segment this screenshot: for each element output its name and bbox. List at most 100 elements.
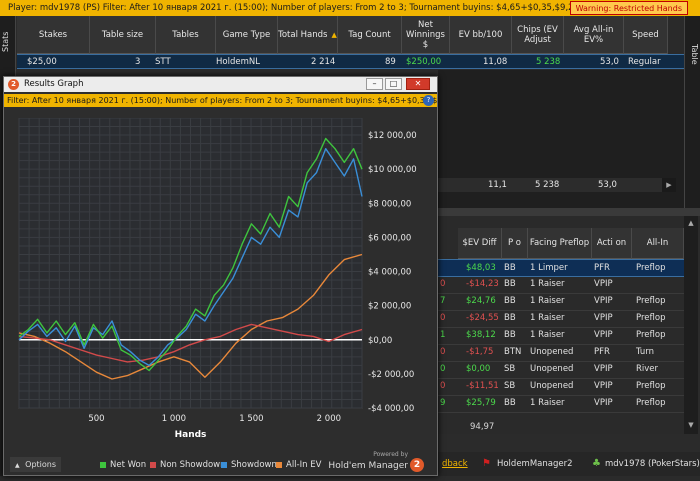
panel-splitter[interactable] [438, 208, 700, 216]
graph-filter-bar[interactable]: Filter: After 10 января 2021 г. (15:00);… [4, 94, 437, 107]
col-tag-count[interactable]: Tag Count [338, 16, 402, 54]
col-facing-preflop[interactable]: Facing Preflop [528, 228, 592, 259]
col-stakes[interactable]: Stakes [17, 16, 90, 54]
col-speed[interactable]: Speed [624, 16, 668, 54]
hand-row[interactable]: 0 -$14,23 BB 1 Raiser VPIP [438, 276, 684, 294]
hands-total-value: 94,97 [470, 422, 495, 432]
col-table-size[interactable]: Table size [90, 16, 156, 54]
close-button[interactable]: ✕ [406, 78, 430, 90]
y-tick-label: $10 000,00 [368, 165, 417, 175]
hand-cell-facing: 1 Raiser [530, 279, 565, 289]
col-game-type[interactable]: Game Type [216, 16, 278, 54]
hand-cell-lead: 7 [440, 296, 446, 306]
feedback-link[interactable]: dback [442, 452, 468, 476]
results-graph-title: Results Graph [24, 79, 84, 89]
stats-horizontal-scrollbar[interactable]: ▶ [662, 178, 676, 192]
legend-showdown[interactable]: Showdown [221, 459, 277, 471]
hand-row[interactable]: 0 -$24,55 BB 1 Raiser VPIP Preflop [438, 310, 684, 328]
hands-vertical-scrollbar[interactable]: ▲ ▼ [684, 216, 698, 434]
taskbar-player-label: mdv1978 (PokerStars) [604, 459, 700, 469]
cell-tag-count: 89 [385, 57, 396, 67]
player-filter-bar[interactable]: Player: mdv1978 (PS) Filter: After 10 ян… [0, 0, 700, 16]
col-ev-bb100[interactable]: EV bb/100 [450, 16, 512, 54]
hand-cell-ev: $24,76 [466, 296, 496, 306]
hand-cell-ev: -$24,55 [466, 313, 499, 323]
col-tables[interactable]: Tables [156, 16, 216, 54]
hand-cell-allin: Preflop [636, 381, 666, 391]
options-button[interactable]: ▲ Options [10, 457, 62, 472]
hand-cell-action: PFR [594, 347, 610, 357]
hand-cell-pos: SB [504, 381, 516, 391]
col-net-winnings[interactable]: Net Winnings $ [402, 16, 450, 54]
results-graph-titlebar[interactable]: 2 Results Graph – □ ✕ [4, 77, 437, 92]
hand-cell-pos: BTN [504, 347, 522, 357]
y-tick-label: $2 000,00 [368, 302, 411, 312]
y-tick-label: $12 000,00 [368, 131, 417, 141]
col-ev-diff[interactable]: $EV Diff [458, 228, 502, 259]
cell-stakes: $25,00 [27, 57, 57, 67]
graph-filter-text: Filter: After 10 января 2021 г. (15:00);… [7, 96, 437, 105]
taskbar-player[interactable]: ♣ mdv1978 (PokerStars) [592, 452, 700, 476]
hand-cell-allin: Preflop [636, 398, 666, 408]
cell-speed: Regular [628, 57, 661, 67]
legend-net-won[interactable]: Net Won [100, 459, 146, 471]
hand-row[interactable]: 0 $0,00 SB Unopened VPIP River [438, 361, 684, 379]
hand-cell-pos: BB [504, 313, 516, 323]
scroll-right-icon[interactable]: ▶ [664, 180, 674, 190]
table-side-tab[interactable]: Table [684, 16, 700, 216]
hand-cell-lead: 0 [440, 347, 446, 357]
total-avg-allin-ev: 53,0 [598, 180, 617, 190]
hand-cell-lead: 1 [440, 330, 446, 340]
hand-cell-allin: Preflop [636, 313, 666, 323]
scroll-down-icon[interactable]: ▼ [686, 420, 696, 430]
hand-row[interactable]: $48,03 BB 1 Limper PFR Preflop [438, 259, 684, 277]
col-position[interactable]: P o [502, 228, 528, 259]
taskbar-hm2[interactable]: ⚑ HoldemManager2 [482, 452, 573, 476]
y-tick-label: -$4 000,00 [368, 404, 414, 414]
hand-cell-allin: Preflop [636, 330, 666, 340]
cell-net-winnings: $250,00 [406, 57, 442, 67]
legend-all-in-ev[interactable]: All-In EV [276, 459, 321, 471]
x-axis-title: Hands [175, 430, 207, 440]
stats-totals-row: 11,1 5 238 53,0 [438, 178, 662, 192]
hand-row[interactable]: 0 -$11,51 SB Unopened VPIP Preflop [438, 378, 684, 396]
legend-non-showdown[interactable]: Non Showdown [150, 459, 226, 471]
flag-icon: ⚑ [482, 458, 491, 469]
graph-footer: ▲ Options Net Won Non Showdown Showdown … [4, 451, 437, 475]
maximize-button[interactable]: □ [385, 78, 402, 90]
x-tick-label: 500 [88, 414, 104, 424]
hand-cell-allin: Turn [636, 347, 655, 357]
results-graph-window: 2 Results Graph – □ ✕ Filter: After 10 я… [3, 76, 438, 476]
stats-row[interactable]: $25,00 3 STT HoldemNL 2 214 89 $250,00 1… [17, 54, 684, 69]
hand-cell-action: VPIP [594, 364, 613, 374]
col-all-in[interactable]: All-In [632, 228, 684, 259]
restricted-hands-warning: Warning: Restricted Hands [569, 1, 688, 15]
hand-row[interactable]: 9 $25,79 BB 1 Raiser VPIP Preflop [438, 395, 684, 413]
col-total-hands-label: Total Hands [278, 29, 328, 40]
hand-row[interactable]: 0 -$1,75 BTN Unopened PFR Turn [438, 344, 684, 362]
hand-cell-facing: 1 Raiser [530, 330, 565, 340]
hand-cell-pos: BB [504, 296, 516, 306]
col-total-hands[interactable]: Total Hands ▲ [278, 16, 338, 54]
powered-by-name: Hold'em Manager [328, 461, 408, 471]
hand-cell-ev: -$11,51 [466, 381, 499, 391]
hand-cell-facing: 1 Raiser [530, 296, 565, 306]
scroll-up-icon[interactable]: ▲ [686, 218, 696, 228]
hm2-logo-icon: 2 [8, 79, 19, 90]
info-icon[interactable]: ? [423, 95, 434, 106]
minimize-button[interactable]: – [366, 78, 383, 90]
hand-row[interactable]: 7 $24,76 BB 1 Raiser VPIP Preflop [438, 293, 684, 311]
hand-cell-ev: $25,79 [466, 398, 496, 408]
hand-cell-ev: -$1,75 [466, 347, 494, 357]
col-action[interactable]: Acti on [592, 228, 632, 259]
hand-cell-pos: BB [504, 398, 516, 408]
cell-chips-ev: 5 238 [536, 57, 561, 67]
hand-cell-ev: $38,12 [466, 330, 496, 340]
hand-cell-action: VPIP [594, 313, 613, 323]
col-chips-ev[interactable]: Chips (EV Adjust [512, 16, 564, 54]
cell-table-size: 3 [135, 57, 141, 67]
legend-label: All-In EV [286, 460, 322, 470]
col-avg-allin-ev[interactable]: Avg All-in EV% [564, 16, 624, 54]
hand-row[interactable]: 1 $38,12 BB 1 Raiser VPIP Preflop [438, 327, 684, 345]
hand-cell-pos: BB [504, 330, 516, 340]
